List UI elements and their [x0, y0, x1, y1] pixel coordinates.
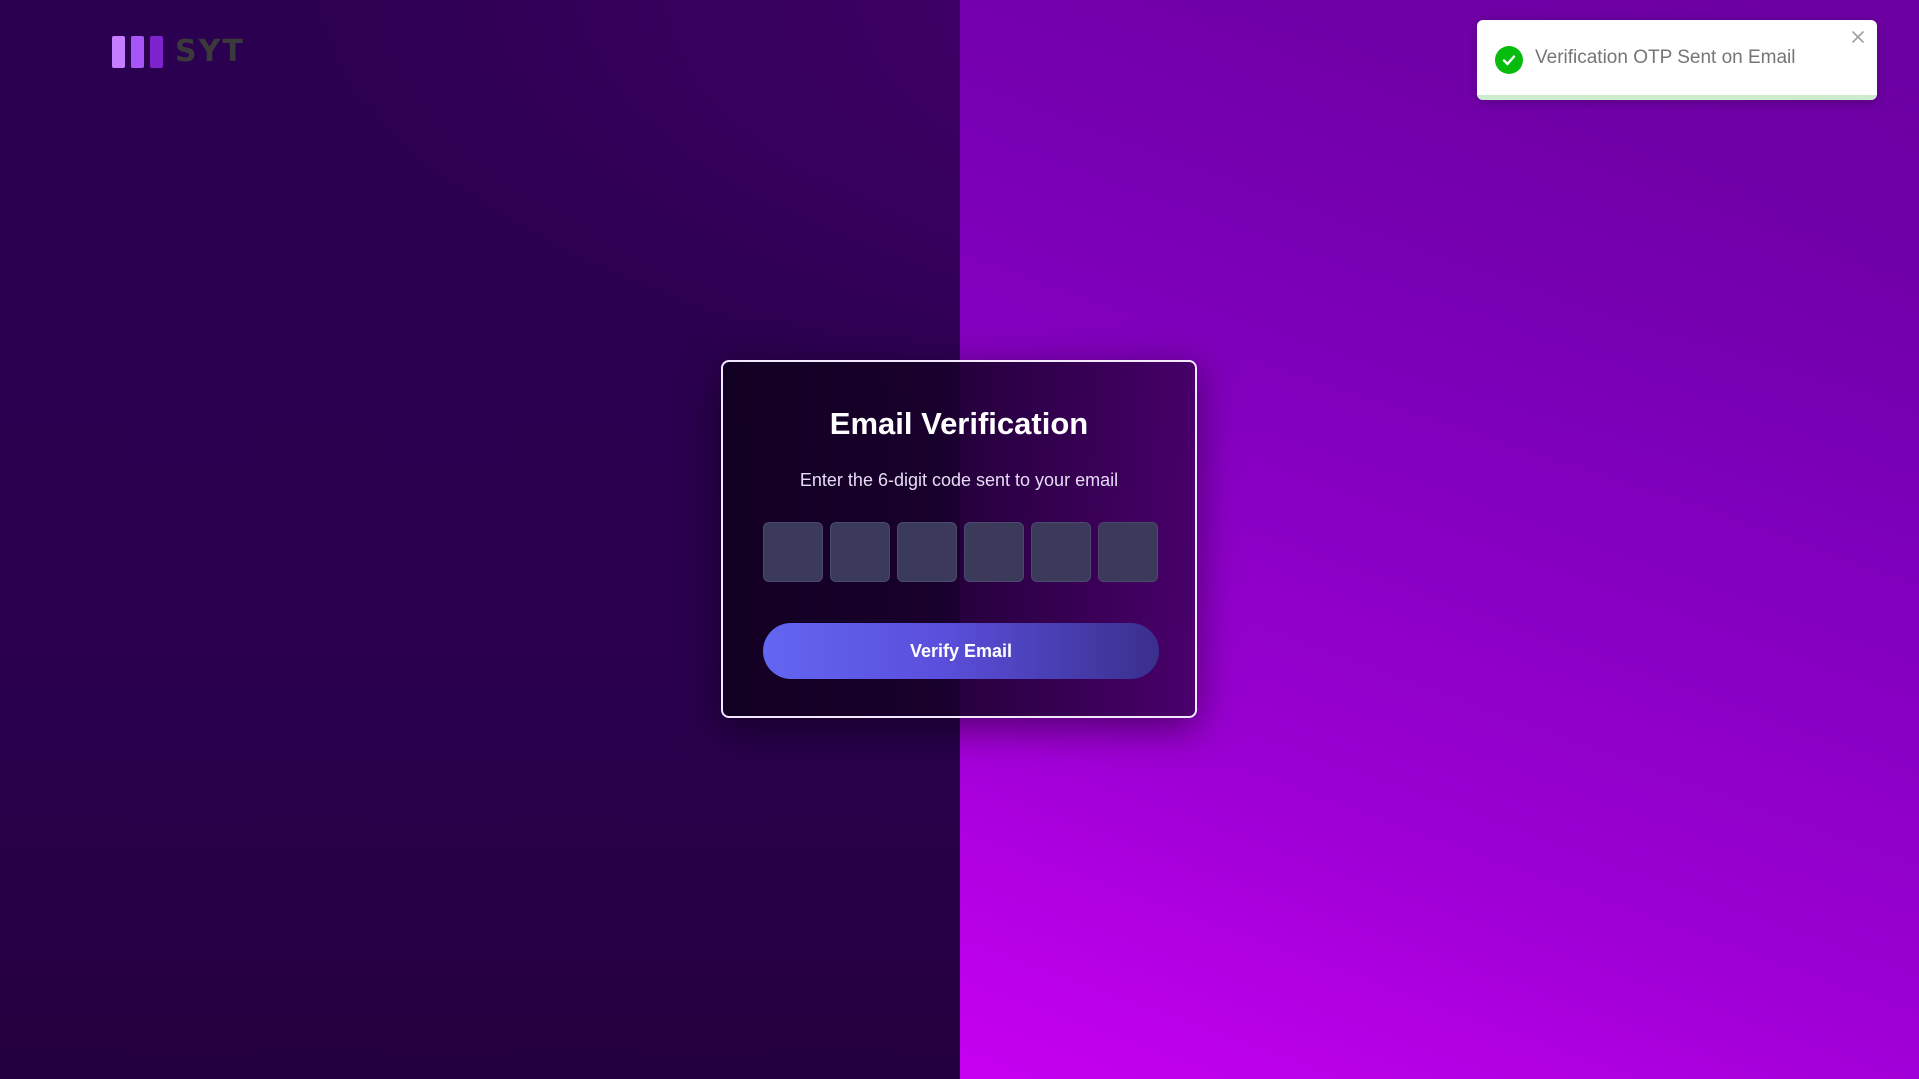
success-toast[interactable]: Verification OTP Sent on Email: [1477, 20, 1877, 100]
logo-bar-icon: [131, 35, 144, 68]
check-circle-icon: [1495, 46, 1523, 74]
logo-bar-icon: [150, 35, 163, 68]
brand-name: SYT: [175, 34, 245, 69]
toast-message: Verification OTP Sent on Email: [1535, 47, 1796, 68]
otp-input-group: [763, 522, 1158, 582]
page-title: Email Verification: [829, 406, 1089, 441]
brand-logo[interactable]: SYT: [112, 34, 245, 69]
otp-digit-5-input[interactable]: [1031, 522, 1091, 582]
toast-progress-bar: [1477, 95, 1877, 100]
otp-digit-4-input[interactable]: [964, 522, 1024, 582]
otp-digit-1-input[interactable]: [763, 522, 823, 582]
instruction-text: Enter the 6-digit code sent to your emai…: [799, 470, 1119, 490]
otp-digit-2-input[interactable]: [830, 522, 890, 582]
email-verification-card: Email Verification Enter the 6-digit cod…: [721, 360, 1197, 718]
logo-bar-icon: [112, 35, 125, 68]
verify-email-button[interactable]: Verify Email: [763, 623, 1159, 679]
otp-digit-3-input[interactable]: [897, 522, 957, 582]
otp-digit-6-input[interactable]: [1098, 522, 1158, 582]
close-icon[interactable]: [1847, 26, 1869, 48]
